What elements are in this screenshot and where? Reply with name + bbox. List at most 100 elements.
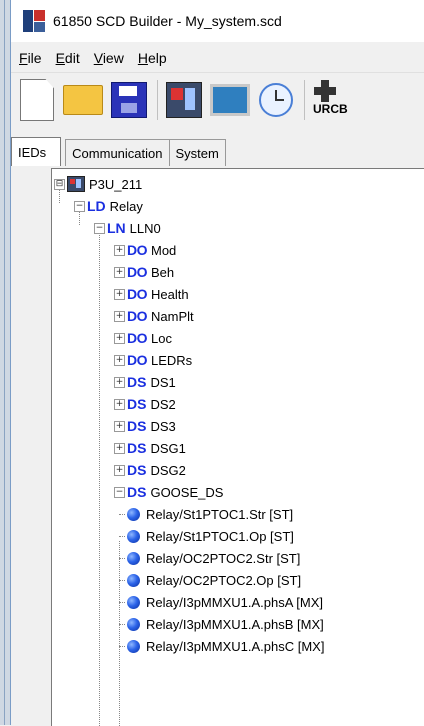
node-type-prefix: LN <box>107 220 126 236</box>
toolbar-separator <box>157 80 158 120</box>
dataset-entry[interactable]: Relay/I3pMMXU1.A.phsC [MX] <box>119 635 324 657</box>
dataset-entry-label: Relay/St1PTOC1.Str [ST] <box>146 506 294 522</box>
tree-node-ds[interactable]: + DS DS2 <box>114 393 176 415</box>
tree-node-label: Beh <box>151 264 175 280</box>
menu-file[interactable]: File <box>19 50 42 66</box>
dataset-entry-label: Relay/OC2PTOC2.Str [ST] <box>146 550 301 566</box>
menu-bar: File Edit View Help <box>11 44 424 73</box>
tab-ieds[interactable]: IEDs <box>11 137 62 166</box>
menu-help[interactable]: Help <box>138 50 167 66</box>
toolbar-separator <box>304 80 305 120</box>
node-type-prefix: DO <box>127 264 148 280</box>
tree-node-label: LLN0 <box>129 220 161 236</box>
urcb-label: URCB <box>313 102 348 116</box>
expand-toggle[interactable]: + <box>114 310 125 322</box>
tree-node-do[interactable]: + DO Beh <box>114 261 174 283</box>
data-attribute-icon <box>127 529 140 543</box>
dataset-entry[interactable]: Relay/St1PTOC1.Str [ST] <box>119 503 293 525</box>
ied-icon <box>166 82 202 118</box>
data-attribute-icon <box>127 573 140 587</box>
data-attribute-icon <box>127 507 140 521</box>
ied-device-icon <box>67 176 85 192</box>
tree-node-label: Health <box>151 286 189 302</box>
tree-node-ds-goose[interactable]: − DS GOOSE_DS <box>114 481 223 503</box>
tree-node-label: GOOSE_DS <box>150 484 224 500</box>
open-button[interactable] <box>63 78 103 122</box>
ied-button[interactable] <box>164 78 204 122</box>
node-type-prefix: DS <box>127 418 147 434</box>
expand-toggle[interactable]: + <box>114 288 125 300</box>
tree-node-do[interactable]: + DO Health <box>114 283 189 305</box>
expand-toggle[interactable]: + <box>114 266 125 278</box>
tree-node-label: Mod <box>151 242 177 258</box>
tree-node-label: DSG1 <box>150 440 186 456</box>
save-disk-icon <box>111 82 147 118</box>
new-file-icon <box>20 79 54 121</box>
expand-toggle[interactable]: + <box>114 332 125 344</box>
tree-node-ied[interactable]: ⊟ P3U_211 <box>54 173 142 195</box>
node-type-prefix: DS <box>127 440 147 456</box>
data-attribute-icon <box>127 639 140 653</box>
expand-toggle[interactable]: + <box>114 376 125 388</box>
tab-system[interactable]: System <box>168 139 226 166</box>
dataset-entry[interactable]: Relay/OC2PTOC2.Op [ST] <box>119 569 301 591</box>
tree-node-do[interactable]: + DO Mod <box>114 239 176 261</box>
tree-node-ds[interactable]: + DS DS3 <box>114 415 176 437</box>
window-title: 61850 SCD Builder - My_system.scd <box>53 13 282 29</box>
expand-toggle[interactable]: + <box>114 244 125 256</box>
dataset-entry-label: Relay/OC2PTOC2.Op [ST] <box>146 572 302 588</box>
dataset-entry[interactable]: Relay/OC2PTOC2.Str [ST] <box>119 547 300 569</box>
expand-toggle[interactable]: + <box>114 442 125 454</box>
tree-node-label: DS3 <box>150 418 176 434</box>
ied-tree[interactable]: ⊟ P3U_211 − LD Relay − LN LLN0 + DO Mod + D… <box>51 168 424 726</box>
data-attribute-icon <box>127 617 140 631</box>
monitor-button[interactable] <box>210 78 250 122</box>
data-attribute-icon <box>127 595 140 609</box>
title-bar: 61850 SCD Builder - My_system.scd <box>11 0 424 42</box>
app-logo-icon <box>23 10 45 32</box>
node-type-prefix: DO <box>127 308 148 324</box>
tree-node-ds[interactable]: + DS DS1 <box>114 371 176 393</box>
tree-node-ld[interactable]: − LD Relay <box>74 195 143 217</box>
clock-button[interactable] <box>256 78 296 122</box>
collapse-toggle[interactable]: − <box>94 222 105 234</box>
node-type-prefix: DS <box>127 396 147 412</box>
monitor-icon <box>210 84 250 116</box>
expand-toggle[interactable]: + <box>114 398 125 410</box>
dataset-entry[interactable]: Relay/St1PTOC1.Op [ST] <box>119 525 294 547</box>
tree-node-do[interactable]: + DO Loc <box>114 327 172 349</box>
urcb-button[interactable]: URCB <box>311 78 351 122</box>
expand-toggle[interactable]: + <box>114 464 125 476</box>
tree-node-label: NamPlt <box>151 308 194 324</box>
tree-node-ds[interactable]: + DS DSG2 <box>114 459 186 481</box>
tree-node-ln[interactable]: − LN LLN0 <box>94 217 161 239</box>
menu-edit[interactable]: Edit <box>56 50 80 66</box>
save-button[interactable] <box>109 78 149 122</box>
collapse-toggle[interactable]: − <box>114 486 125 498</box>
tree-node-label: DS1 <box>150 374 176 390</box>
collapse-toggle[interactable]: − <box>74 200 85 212</box>
dataset-entry[interactable]: Relay/I3pMMXU1.A.phsB [MX] <box>119 613 324 635</box>
dataset-entry-label: Relay/I3pMMXU1.A.phsA [MX] <box>146 594 324 610</box>
menu-view[interactable]: View <box>94 50 124 66</box>
desktop-background <box>0 0 10 725</box>
tree-node-ds[interactable]: + DS DSG1 <box>114 437 186 459</box>
clock-icon <box>259 83 293 117</box>
tree-node-label: P3U_211 <box>89 176 143 192</box>
node-type-prefix: DO <box>127 242 148 258</box>
node-type-prefix: LD <box>87 198 106 214</box>
tree-node-do[interactable]: + DO LEDRs <box>114 349 192 371</box>
expand-toggle[interactable]: + <box>114 354 125 366</box>
dataset-entry[interactable]: Relay/I3pMMXU1.A.phsA [MX] <box>119 591 323 613</box>
collapse-toggle[interactable]: ⊟ <box>54 178 65 190</box>
node-type-prefix: DS <box>127 462 147 478</box>
tree-node-do[interactable]: + DO NamPlt <box>114 305 194 327</box>
dataset-entry-label: Relay/I3pMMXU1.A.phsC [MX] <box>146 638 325 654</box>
new-file-button[interactable] <box>17 78 57 122</box>
toolbar: URCB <box>11 74 424 126</box>
urcb-icon: URCB <box>311 80 351 120</box>
tree-node-label: Loc <box>151 330 172 346</box>
tree-node-label: LEDRs <box>151 352 193 368</box>
tab-communication[interactable]: Communication <box>65 139 170 166</box>
expand-toggle[interactable]: + <box>114 420 125 432</box>
